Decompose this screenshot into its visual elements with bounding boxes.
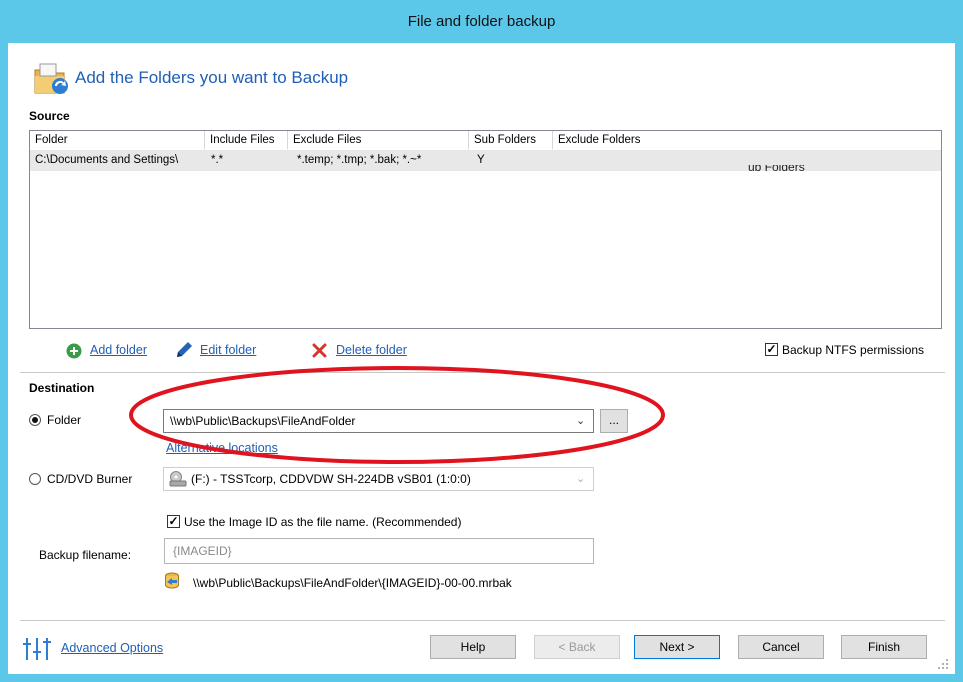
column-header-include-files[interactable]: Include Files (205, 131, 288, 149)
destination-label: Destination (29, 381, 95, 395)
column-header-exclude-folders[interactable]: Exclude Folders (553, 131, 853, 149)
cd-burner-combo[interactable]: (F:) - TSSTcorp, CDDVDW SH-224DB vSB01 (… (163, 467, 594, 491)
edit-folder-link[interactable]: Edit folder (200, 343, 256, 357)
back-button[interactable]: < Back (534, 635, 620, 659)
use-image-id-label: Use the Image ID as the file name. (Reco… (184, 515, 462, 529)
next-button[interactable]: Next > (634, 635, 720, 659)
cd-dvd-radio[interactable] (29, 473, 41, 485)
chevron-down-icon[interactable]: ⌄ (576, 472, 585, 485)
database-path-icon (165, 572, 179, 589)
window-frame-left (0, 43, 8, 682)
cell-folder: C:\Documents and Settings\ (35, 154, 179, 166)
backup-filename-placeholder: {IMAGEID} (173, 544, 232, 558)
backup-file-path-preview: \\wb\Public\Backups\FileAndFolder\{IMAGE… (193, 576, 512, 590)
use-image-id-checkbox[interactable]: ✓ (167, 515, 180, 528)
source-label: Source (29, 109, 70, 123)
advanced-options-icon[interactable] (22, 636, 52, 662)
folder-backup-icon (34, 63, 68, 94)
source-folder-list[interactable]: Folder Include Files Exclude Files Sub F… (29, 130, 942, 329)
cd-burner-value: (F:) - TSSTcorp, CDDVDW SH-224DB vSB01 (… (191, 472, 471, 486)
help-button[interactable]: Help (430, 635, 516, 659)
delete-folder-icon[interactable] (312, 343, 327, 358)
cell-exclude-files: *.temp; *.tmp; *.bak; *.~* (297, 154, 422, 166)
annotation-ellipse (129, 366, 665, 464)
folder-radio[interactable] (29, 414, 41, 426)
column-header-sub-folders[interactable]: Sub Folders (469, 131, 553, 149)
page-heading: Add the Folders you want to Backup (75, 68, 349, 87)
cd-dvd-radio-label: CD/DVD Burner (47, 472, 133, 486)
backup-filename-input[interactable]: {IMAGEID} (164, 538, 594, 564)
column-header-exclude-files[interactable]: Exclude Files (288, 131, 469, 149)
cd-drive-icon (169, 471, 187, 487)
clipped-text-fragment: ub Folders (748, 165, 805, 174)
cell-sub-folders: Y (477, 154, 485, 166)
window-frame-right (955, 43, 963, 682)
resize-grip-icon[interactable] (937, 658, 949, 670)
delete-folder-link[interactable]: Delete folder (336, 343, 407, 357)
ntfs-permissions-checkbox[interactable]: ✓ (765, 343, 778, 356)
window-title: File and folder backup (407, 13, 556, 30)
advanced-options-link[interactable]: Advanced Options (61, 641, 163, 655)
backup-filename-label: Backup filename: (39, 548, 132, 562)
cell-include-files: *.* (211, 154, 224, 166)
ntfs-permissions-label: Backup NTFS permissions (782, 343, 925, 357)
cancel-button[interactable]: Cancel (738, 635, 824, 659)
window-frame-bottom (0, 674, 963, 682)
folder-radio-label: Folder (47, 413, 82, 427)
column-header-folder[interactable]: Folder (30, 131, 205, 149)
footer-divider (20, 620, 945, 621)
finish-button[interactable]: Finish (841, 635, 927, 659)
edit-folder-icon[interactable] (174, 341, 194, 359)
add-folder-link[interactable]: Add folder (90, 343, 147, 357)
add-folder-icon[interactable] (66, 343, 82, 359)
